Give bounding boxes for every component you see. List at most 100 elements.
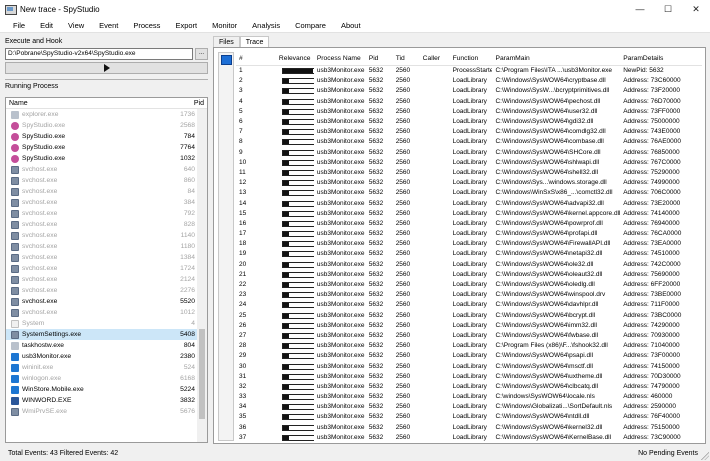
process-row[interactable]: SpyStudio.exe 7764 bbox=[6, 142, 198, 153]
process-row[interactable]: winlogon.exe 6168 bbox=[6, 373, 198, 384]
trace-row[interactable]: 19 usb3Monitor.exe 5632 2560 LoadLibrary C:\W… bbox=[236, 249, 702, 259]
process-row[interactable]: svchost.exe 5520 bbox=[6, 296, 198, 307]
column-function-header[interactable]: Function bbox=[450, 52, 493, 65]
trace-row[interactable]: 36 usb3Monitor.exe 5632 2560 LoadLibrary C:\W… bbox=[236, 423, 702, 433]
process-row[interactable]: svchost.exe 1724 bbox=[6, 263, 198, 274]
process-row[interactable]: usb3Monitor.exe 2380 bbox=[6, 351, 198, 362]
trace-row[interactable]: 10 usb3Monitor.exe 5632 2560 LoadLibrary C:\W… bbox=[236, 158, 702, 168]
trace-row[interactable]: 29 usb3Monitor.exe 5632 2560 LoadLibrary C:\W… bbox=[236, 351, 702, 361]
process-row[interactable]: svchost.exe 1384 bbox=[6, 252, 198, 263]
trace-row[interactable]: 6 usb3Monitor.exe 5632 2560 LoadLibrary C:\Wi… bbox=[236, 117, 702, 127]
process-row[interactable]: svchost.exe 1140 bbox=[6, 230, 198, 241]
trace-row[interactable]: 26 usb3Monitor.exe 5632 2560 LoadLibrary C:\W… bbox=[236, 321, 702, 331]
trace-row[interactable]: 27 usb3Monitor.exe 5632 2560 LoadLibrary C:\W… bbox=[236, 331, 702, 341]
executable-path-input[interactable]: D:\Pobrane\SpyStudio-v2x64\SpyStudio.exe bbox=[5, 48, 193, 60]
process-row[interactable]: WinStore.Mobile.exe 5224 bbox=[6, 384, 198, 395]
menu-file[interactable]: File bbox=[5, 21, 32, 30]
menu-export[interactable]: Export bbox=[167, 21, 204, 30]
menu-analysis[interactable]: Analysis bbox=[244, 21, 287, 30]
scrollbar-thumb[interactable] bbox=[199, 329, 205, 419]
process-row[interactable]: WINWORD.EXE 3832 bbox=[6, 395, 198, 406]
close-button[interactable]: ✕ bbox=[682, 0, 710, 18]
trace-row[interactable]: 13 usb3Monitor.exe 5632 2560 LoadLibrary C:\W… bbox=[236, 188, 702, 198]
menu-compare[interactable]: Compare bbox=[287, 21, 333, 30]
menu-edit[interactable]: Edit bbox=[32, 21, 60, 30]
trace-row[interactable]: 23 usb3Monitor.exe 5632 2560 LoadLibrary C:\W… bbox=[236, 290, 702, 300]
process-row[interactable]: svchost.exe 860 bbox=[6, 175, 198, 186]
maximize-button[interactable]: ☐ bbox=[654, 0, 682, 18]
resize-grip-icon[interactable] bbox=[701, 452, 709, 460]
trace-row[interactable]: 5 usb3Monitor.exe 5632 2560 LoadLibrary C:\Wi… bbox=[236, 107, 702, 117]
column-process-name-header[interactable]: Process Name bbox=[314, 52, 366, 65]
process-row[interactable]: svchost.exe 640 bbox=[6, 164, 198, 175]
process-row[interactable]: svchost.exe 2276 bbox=[6, 285, 198, 296]
column-relevance-header[interactable]: Relevance bbox=[276, 52, 314, 65]
trace-row[interactable]: 30 usb3Monitor.exe 5632 2560 LoadLibrary C:\W… bbox=[236, 361, 702, 371]
trace-row[interactable]: 34 usb3Monitor.exe 5632 2560 LoadLibrary C:\W… bbox=[236, 402, 702, 412]
trace-row[interactable]: 22 usb3Monitor.exe 5632 2560 LoadLibrary C:\W… bbox=[236, 280, 702, 290]
cell-pid: 5632 bbox=[368, 403, 384, 411]
process-row[interactable]: svchost.exe 792 bbox=[6, 208, 198, 219]
process-row[interactable]: WmiPrvSE.exe 5676 bbox=[6, 406, 198, 417]
column-param-details-header[interactable]: ParamDetails bbox=[620, 52, 702, 65]
process-row[interactable]: explorer.exe 1736 bbox=[6, 109, 198, 120]
trace-row[interactable]: 8 usb3Monitor.exe 5632 2560 LoadLibrary C:\Wi… bbox=[236, 137, 702, 147]
trace-row[interactable]: 32 usb3Monitor.exe 5632 2560 LoadLibrary C:\W… bbox=[236, 382, 702, 392]
trace-row[interactable]: 1 usb3Monitor.exe5632 2560 ProcessStartedC:… bbox=[236, 66, 702, 76]
trace-row[interactable]: 20 usb3Monitor.exe 5632 2560 LoadLibrary C:\W… bbox=[236, 260, 702, 270]
process-row[interactable]: SpyStudio.exe 784 bbox=[6, 131, 198, 142]
process-row[interactable]: svchost.exe 84 bbox=[6, 186, 198, 197]
trace-row[interactable]: 28 usb3Monitor.exe 5632 2560 LoadLibrary C:\P… bbox=[236, 341, 702, 351]
menu-about[interactable]: About bbox=[333, 21, 368, 30]
trace-row[interactable]: 15 usb3Monitor.exe 5632 2560 LoadLibrary C:\W… bbox=[236, 209, 702, 219]
process-row[interactable]: svchost.exe 828 bbox=[6, 219, 198, 230]
trace-row[interactable]: 2 usb3Monitor.exe 5632 2560 LoadLibrary C:\Wi… bbox=[236, 76, 702, 86]
column-tid-header[interactable]: Tid bbox=[393, 52, 420, 65]
process-row[interactable]: wininit.exe 524 bbox=[6, 362, 198, 373]
process-row[interactable]: System 4 bbox=[6, 318, 198, 329]
column-pid-header[interactable]: Pid bbox=[366, 52, 393, 65]
menu-view[interactable]: View bbox=[60, 21, 91, 30]
column-num-header[interactable]: # bbox=[236, 52, 276, 65]
menu-process[interactable]: Process bbox=[125, 21, 167, 30]
trace-row[interactable]: 25 usb3Monitor.exe 5632 2560 LoadLibrary C:\W… bbox=[236, 311, 702, 321]
trace-row[interactable]: 11 usb3Monitor.exe 5632 2560 LoadLibrary C:\W… bbox=[236, 168, 702, 178]
menu-event[interactable]: Event bbox=[91, 21, 125, 30]
process-row[interactable]: SpyStudio.exe 2568 bbox=[6, 120, 198, 131]
trace-row[interactable]: 37 usb3Monitor.exe 5632 2560 LoadLibrary C:\W… bbox=[236, 433, 702, 441]
column-param-main-header[interactable]: ParamMain bbox=[492, 52, 620, 65]
trace-row[interactable]: 3 usb3Monitor.exe 5632 2560 LoadLibrary C:\Wi… bbox=[236, 86, 702, 96]
trace-row[interactable]: 35 usb3Monitor.exe 5632 2560 LoadLibrary C:\W… bbox=[236, 412, 702, 422]
column-caller-header[interactable]: Caller bbox=[420, 52, 450, 65]
trace-row[interactable]: 9 usb3Monitor.exe 5632 2560 LoadLibrary C:\Wi… bbox=[236, 148, 702, 158]
process-row[interactable]: svchost.exe 1180 bbox=[6, 241, 198, 252]
trace-row[interactable]: 24 usb3Monitor.exe 5632 2560 LoadLibrary C:\W… bbox=[236, 300, 702, 310]
tab-trace[interactable]: Trace bbox=[239, 36, 270, 47]
process-row[interactable]: svchost.exe 1012 bbox=[6, 307, 198, 318]
run-button[interactable] bbox=[5, 62, 208, 74]
tab-files[interactable]: Files bbox=[213, 36, 240, 47]
trace-row[interactable]: 14 usb3Monitor.exe 5632 2560 LoadLibrary C:\W… bbox=[236, 198, 702, 208]
process-row[interactable]: SystemSettings.exe 5408 bbox=[6, 329, 198, 340]
process-row[interactable]: svchost.exe 384 bbox=[6, 197, 198, 208]
process-row[interactable]: SpyStudio.exe 1032 bbox=[6, 153, 198, 164]
process-row[interactable]: taskhostw.exe 804 bbox=[6, 340, 198, 351]
trace-row[interactable]: 17 usb3Monitor.exe 5632 2560 LoadLibrary C:\W… bbox=[236, 229, 702, 239]
trace-row[interactable]: 4 usb3Monitor.exe 5632 2560 LoadLibrary C:\Wi… bbox=[236, 97, 702, 107]
trace-row[interactable]: 33 usb3Monitor.exe 5632 2560 LoadLibrary C:\w… bbox=[236, 392, 702, 402]
menu-monitor[interactable]: Monitor bbox=[204, 21, 244, 30]
trace-row[interactable]: 31 usb3Monitor.exe 5632 2560 LoadLibrary C:\W… bbox=[236, 372, 702, 382]
browse-button[interactable]: ... bbox=[195, 48, 208, 60]
minimize-button[interactable]: — bbox=[626, 0, 654, 18]
process-list-scrollbar[interactable] bbox=[197, 109, 207, 442]
trace-row[interactable]: 16 usb3Monitor.exe 5632 2560 LoadLibrary C:\W… bbox=[236, 219, 702, 229]
column-name-header[interactable]: Name bbox=[6, 98, 179, 108]
trace-overview-strip[interactable] bbox=[218, 52, 234, 441]
cell-process-name: usb3Monitor.exe bbox=[316, 128, 365, 136]
column-pid-header[interactable]: Pid bbox=[179, 98, 207, 108]
trace-row[interactable]: 7 usb3Monitor.exe 5632 2560 LoadLibrary C:\Wi… bbox=[236, 127, 702, 137]
process-row[interactable]: svchost.exe 2124 bbox=[6, 274, 198, 285]
trace-row[interactable]: 12 usb3Monitor.exe 5632 2560 LoadLibrary C:\W… bbox=[236, 178, 702, 188]
trace-row[interactable]: 18 usb3Monitor.exe 5632 2560 LoadLibrary C:\W… bbox=[236, 239, 702, 249]
trace-row[interactable]: 21 usb3Monitor.exe 5632 2560 LoadLibrary C:\W… bbox=[236, 270, 702, 280]
